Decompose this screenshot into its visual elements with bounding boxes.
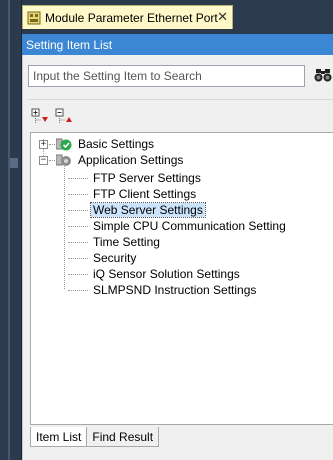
- left-side-panel: [0, 0, 22, 460]
- tree-connector: [68, 242, 88, 243]
- tree-item-iq-sensor-solution-settings[interactable]: iQ Sensor Solution Settings: [91, 266, 242, 282]
- tree-node-label: FTP Server Settings: [93, 171, 201, 185]
- close-tab-icon[interactable]: ✕: [217, 10, 228, 24]
- tree-item-web-server-settings[interactable]: Web Server Settings: [90, 202, 206, 218]
- tab-find-result[interactable]: Find Result: [87, 427, 160, 447]
- tree-node-application-settings[interactable]: Application Settings: [56, 152, 185, 168]
- tree-node-label: Simple CPU Communication Setting: [93, 219, 286, 233]
- tree-item-time-setting[interactable]: Time Setting: [91, 234, 162, 250]
- tree-node-label: Web Server Settings: [90, 202, 206, 218]
- splitter-rail[interactable]: [8, 0, 10, 460]
- tree-item-slmpsnd-instruction-settings[interactable]: SLMPSND Instruction Settings: [91, 282, 258, 298]
- tree-connector: [68, 194, 88, 195]
- panel-bottom-tabs: Item List Find Result: [30, 427, 333, 447]
- setting-item-tree[interactable]: + Basic Settings − Application Settings …: [30, 132, 333, 425]
- search-input[interactable]: [28, 65, 305, 87]
- setting-item-list-panel: + Basic Settings − Appl: [22, 55, 333, 460]
- expand-all-button[interactable]: [30, 108, 50, 128]
- document-tab[interactable]: Module Parameter Ethernet Port ✕: [22, 5, 233, 29]
- tree-connector: [64, 166, 65, 289]
- tree-item-security[interactable]: Security: [91, 250, 138, 266]
- tree-node-label: Application Settings: [78, 153, 184, 167]
- gear-icon: [56, 153, 72, 167]
- tree-node-label: Time Setting: [93, 235, 160, 249]
- expand-all-icon: [31, 108, 49, 129]
- tree-node-label: FTP Client Settings: [93, 187, 197, 201]
- tree-item-ftp-server-settings[interactable]: FTP Server Settings: [91, 170, 203, 186]
- splitter-handle[interactable]: [10, 158, 18, 168]
- tree-connector: [68, 274, 88, 275]
- expand-toggle[interactable]: +: [39, 140, 48, 149]
- document-tab-title: Module Parameter Ethernet Port: [45, 10, 218, 25]
- toolbar-separator: [27, 99, 333, 100]
- tree-connector: [68, 210, 88, 211]
- tree-connector: [68, 226, 88, 227]
- tree-node-label: Basic Settings: [78, 137, 155, 151]
- panel-title: Setting Item List: [22, 34, 333, 55]
- collapse-toggle[interactable]: −: [39, 156, 48, 165]
- collapse-all-icon: [55, 108, 73, 129]
- tree-connector: [68, 178, 88, 179]
- module-parameter-icon: [27, 11, 41, 25]
- tab-strip-filler: [159, 446, 333, 447]
- document-tab-bar: Module Parameter Ethernet Port ✕: [22, 0, 333, 34]
- binoculars-icon: [314, 67, 332, 86]
- tree-connector: [68, 290, 88, 291]
- collapse-all-button[interactable]: [54, 108, 74, 128]
- tree-node-label: Security: [93, 251, 137, 265]
- tree-node-basic-settings[interactable]: Basic Settings: [56, 136, 156, 152]
- check-icon: [56, 137, 72, 151]
- tree-node-label: SLMPSND Instruction Settings: [93, 283, 257, 297]
- tree-connector: [68, 258, 88, 259]
- tab-item-list[interactable]: Item List: [30, 427, 88, 447]
- tree-item-simple-cpu-communication-setting[interactable]: Simple CPU Communication Setting: [91, 218, 288, 234]
- tree-node-label: iQ Sensor Solution Settings: [93, 267, 240, 281]
- search-button[interactable]: [312, 65, 333, 87]
- tree-item-ftp-client-settings[interactable]: FTP Client Settings: [91, 186, 198, 202]
